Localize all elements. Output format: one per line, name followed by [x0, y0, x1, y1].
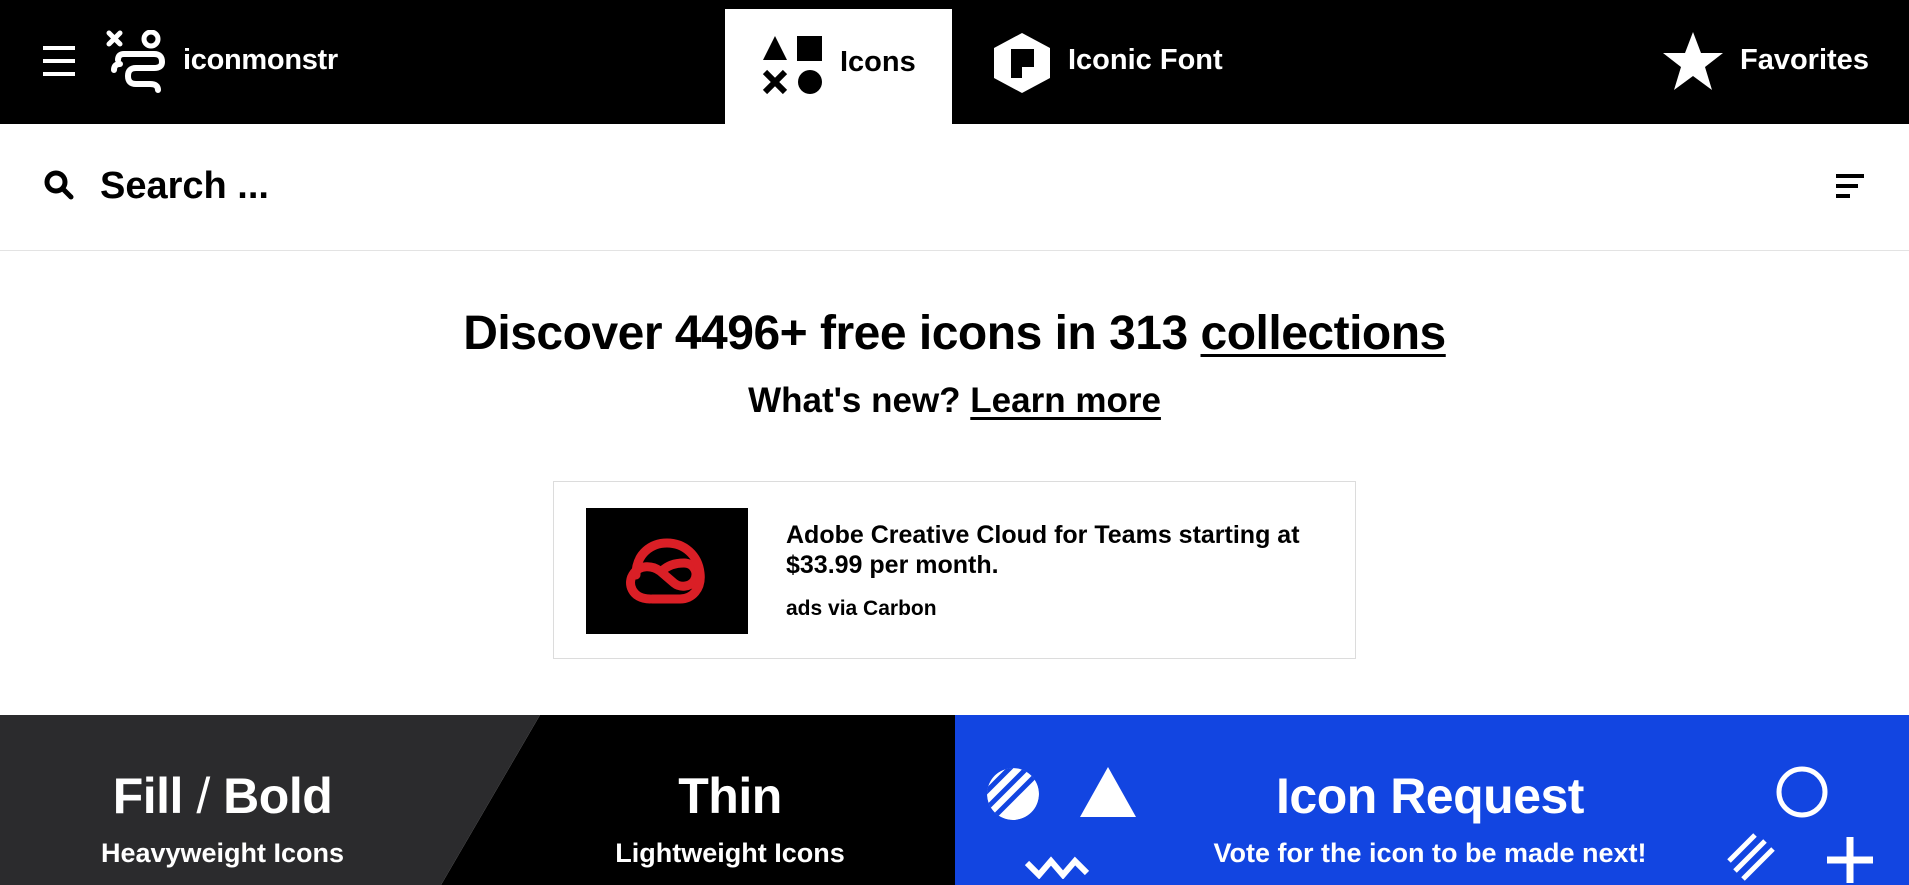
whats-new-line: What's new? Learn more	[0, 381, 1909, 421]
tab-iconic-font-label: Iconic Font	[1068, 44, 1223, 76]
bottom-banners: Fill / Bold Heavyweight Icons Thin Light…	[0, 715, 1909, 885]
search-input[interactable]	[100, 158, 1780, 214]
ad-image[interactable]	[586, 508, 748, 634]
collections-link[interactable]: collections	[1201, 307, 1447, 360]
page-headline: Discover 4496+ free icons in 313 collect…	[0, 306, 1909, 361]
iconmonstr-logo-icon[interactable]	[106, 30, 170, 94]
zigzag-icon	[1025, 856, 1090, 879]
ad-text[interactable]: Adobe Creative Cloud for Teams starting …	[786, 520, 1326, 580]
creative-cloud-logo-icon	[626, 538, 705, 604]
whats-new-text: What's new?	[748, 381, 971, 420]
bold-label: Bold	[223, 768, 333, 824]
fill-bold-title: Fill / Bold	[0, 767, 445, 825]
thin-title: Thin	[678, 768, 782, 824]
logo-text[interactable]: iconmonstr	[183, 44, 338, 77]
tab-favorites[interactable]: Favorites	[1660, 30, 1880, 94]
search-bar	[0, 124, 1909, 251]
thin-subtitle: Lightweight Icons	[615, 838, 845, 868]
tab-icons[interactable]: Icons	[725, 9, 952, 124]
tab-favorites-label: Favorites	[1740, 44, 1869, 76]
ad-via-carbon[interactable]: ads via Carbon	[786, 597, 937, 621]
headline-text: Discover 4496+ free icons in 313	[463, 307, 1201, 360]
plus-icon	[1827, 837, 1873, 883]
learn-more-link[interactable]: Learn more	[970, 381, 1161, 420]
icon-request-subtitle: Vote for the icon to be made next!	[1213, 838, 1647, 868]
fill-label: Fill	[112, 768, 184, 824]
carbon-ad: Adobe Creative Cloud for Teams starting …	[553, 481, 1356, 659]
fill-bold-separator: /	[196, 768, 210, 824]
top-navigation-bar: iconmonstr Icons Iconic Font Favorites	[0, 0, 1909, 124]
filter-icon[interactable]	[1834, 171, 1866, 203]
striped-circle-icon	[987, 768, 1039, 820]
circle-outline-icon	[1776, 766, 1828, 818]
shapes-icon	[762, 36, 822, 95]
iconic-font-icon	[994, 33, 1050, 93]
icon-request-title: Icon Request	[1276, 768, 1584, 824]
menu-icon[interactable]	[43, 46, 75, 76]
search-icon	[44, 170, 74, 200]
fill-bold-subtitle: Heavyweight Icons	[100, 838, 345, 868]
star-icon	[1663, 32, 1723, 90]
tab-icons-label: Icons	[840, 46, 916, 78]
